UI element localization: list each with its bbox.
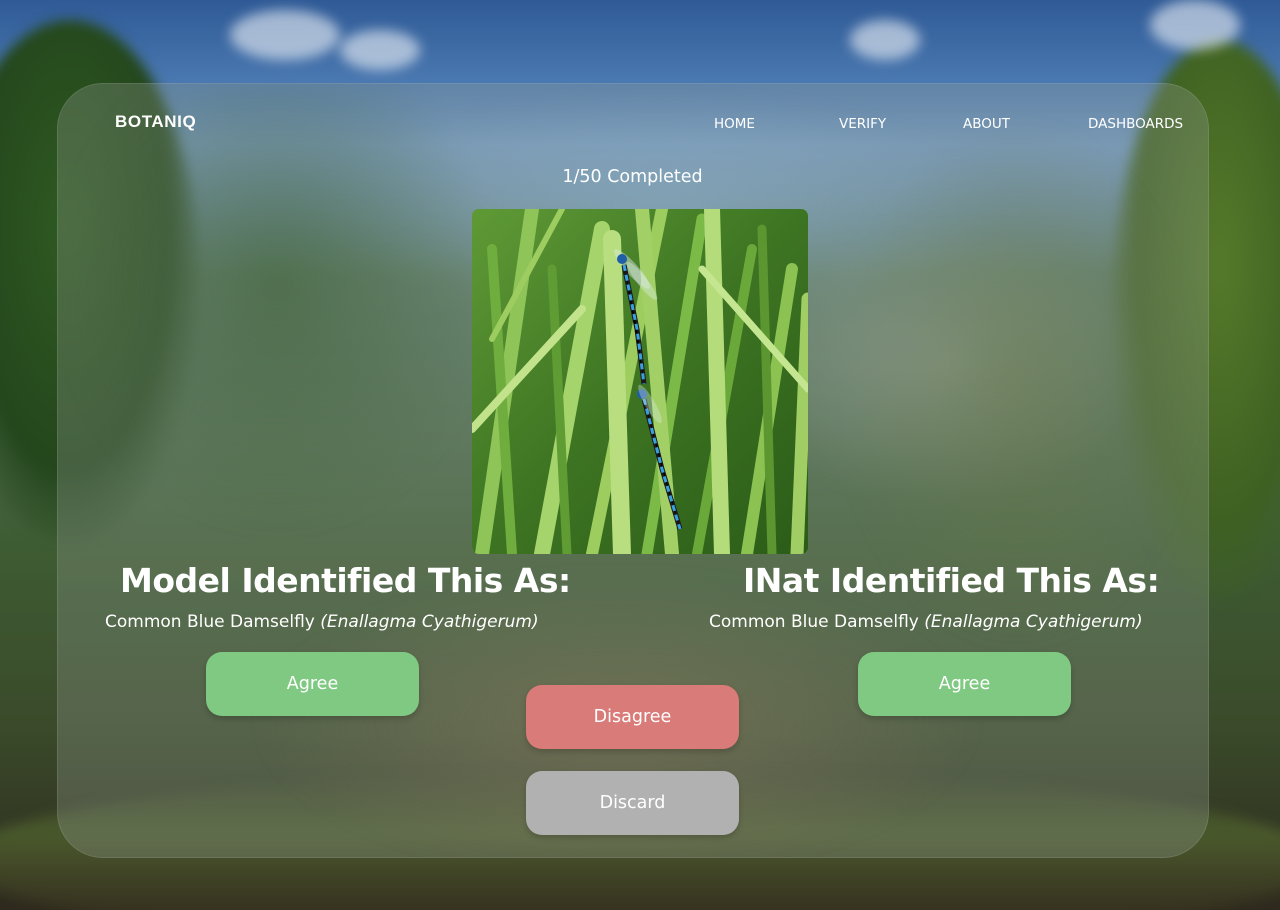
- nav-verify-link[interactable]: VERIFY: [839, 116, 886, 132]
- nav-dashboards-link[interactable]: DASHBOARDS: [1088, 116, 1183, 132]
- inat-common-name: Common Blue Damselfly: [709, 612, 919, 632]
- model-scientific-name: (Enallagma Cyathigerum): [320, 612, 539, 632]
- disagree-button[interactable]: Disagree: [526, 685, 739, 749]
- background-cloud: [1150, 0, 1240, 50]
- agree-model-button[interactable]: Agree: [206, 652, 419, 716]
- background-cloud: [850, 20, 920, 60]
- progress-counter: 1/50 Completed: [562, 167, 703, 187]
- specimen-photo: [472, 209, 808, 554]
- damselfly-illustration: [472, 209, 808, 554]
- model-common-name: Common Blue Damselfly: [105, 612, 315, 632]
- nav-about-link[interactable]: ABOUT: [963, 116, 1010, 132]
- model-identification-title: Model Identified This As:: [120, 561, 571, 600]
- inat-scientific-name: (Enallagma Cyathigerum): [924, 612, 1143, 632]
- agree-inat-button[interactable]: Agree: [858, 652, 1071, 716]
- nav-home-link[interactable]: HOME: [714, 116, 755, 132]
- background-cloud: [340, 30, 420, 70]
- inat-species: Common Blue Damselfly (Enallagma Cyathig…: [709, 612, 1143, 632]
- background-cloud: [230, 10, 340, 60]
- model-species: Common Blue Damselfly (Enallagma Cyathig…: [105, 612, 539, 632]
- inat-identification-title: INat Identified This As:: [743, 561, 1160, 600]
- discard-button[interactable]: Discard: [526, 771, 739, 835]
- brand-logo[interactable]: BOTANIQ: [115, 112, 196, 132]
